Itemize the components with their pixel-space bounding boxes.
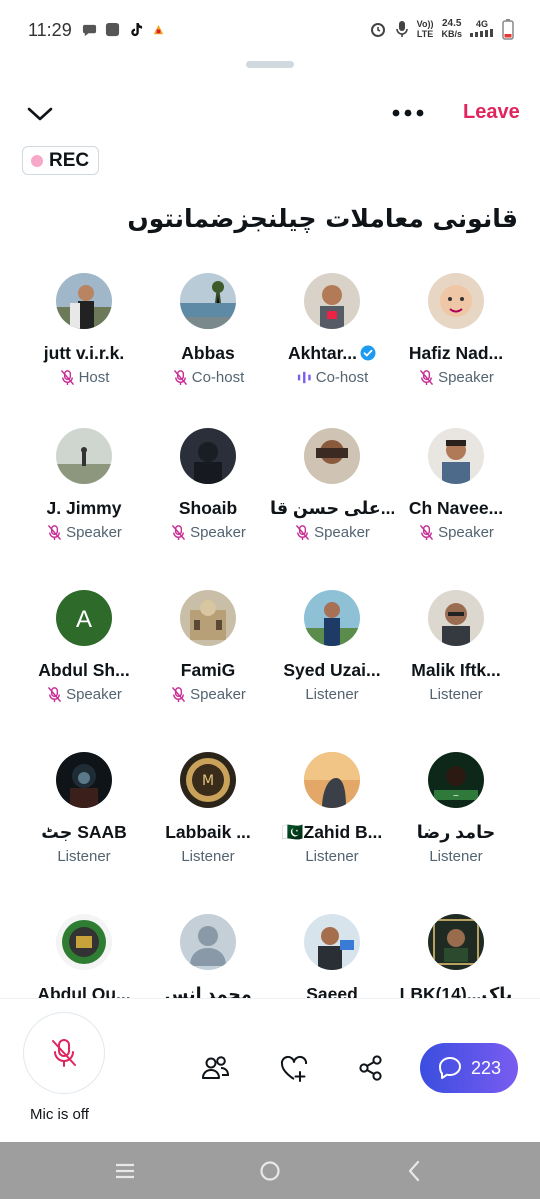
avatar[interactable]	[56, 914, 112, 970]
mic-off-icon	[52, 1039, 76, 1067]
avatar[interactable]	[304, 428, 360, 484]
participant-card[interactable]: Akhtar... Co-host	[270, 273, 394, 413]
participant-name: علی حسن قا...	[270, 498, 394, 518]
participant-role: Listener	[305, 686, 359, 703]
participant-card[interactable]: Malik Iftk... Listener	[394, 590, 518, 730]
participant-name: Abbas	[181, 343, 235, 363]
participant-name: jutt v.i.r.k.	[43, 343, 125, 363]
avatar[interactable]	[180, 590, 236, 646]
invite-people-icon[interactable]	[200, 1052, 232, 1084]
participant-card[interactable]: 🇵🇰Zahid B... Listener	[270, 752, 394, 892]
svg-text:M: M	[202, 773, 214, 789]
participant-role: Speaker	[394, 524, 518, 541]
avatar[interactable]: ~	[428, 752, 484, 808]
participant-role: Speaker	[394, 369, 518, 386]
comment-count: 223	[470, 1057, 502, 1078]
muted-mic-icon	[60, 370, 74, 386]
muted-mic-icon	[420, 370, 433, 386]
participant-card[interactable]: jutt v.i.r.k. Host	[22, 273, 146, 413]
share-icon[interactable]	[355, 1052, 387, 1084]
avatar[interactable]: A	[56, 590, 112, 646]
avatar[interactable]	[304, 914, 360, 970]
participant-card[interactable]: جٹ SAAB Listener	[22, 752, 146, 892]
participant-name: 🇵🇰Zahid B...	[281, 822, 383, 842]
participant-card[interactable]: Abbas Co-host	[146, 273, 270, 413]
avatar[interactable]	[428, 428, 484, 484]
participant-role: Speaker	[22, 524, 146, 541]
participant-name: حامد رضا	[416, 822, 496, 842]
verified-badge-icon	[360, 345, 376, 361]
muted-mic-icon	[420, 525, 433, 541]
participant-name: Ch Navee...	[408, 498, 504, 518]
participant-card[interactable]: M Labbaik ... Listener	[146, 752, 270, 892]
avatar[interactable]	[304, 752, 360, 808]
participant-role: Listener	[429, 686, 483, 703]
participant-card[interactable]: Ch Navee... Speaker	[394, 428, 518, 568]
avatar[interactable]	[304, 273, 360, 329]
participant-role: Listener	[305, 848, 359, 865]
avatar[interactable]	[180, 273, 236, 329]
participant-role: Listener	[429, 848, 483, 865]
speaking-indicator-icon	[297, 371, 311, 384]
avatar[interactable]: M	[180, 752, 236, 808]
participant-role: Listener	[181, 848, 235, 865]
participant-card[interactable]: ~ حامد رضا Listener	[394, 752, 518, 892]
muted-mic-icon	[48, 525, 61, 541]
participant-card[interactable]: Hafiz Nad... Speaker	[394, 273, 518, 413]
muted-mic-icon	[172, 525, 185, 541]
participant-grid: jutt v.i.r.k. Host Abbas Co-host Akhtar... Co…	[0, 0, 540, 1004]
muted-mic-icon	[296, 525, 309, 541]
participant-card[interactable]: علی حسن قا... Speaker	[270, 428, 394, 568]
participant-name: Abdul Sh...	[38, 660, 130, 680]
participant-name: Akhtar...	[270, 343, 394, 364]
muted-mic-icon	[173, 370, 187, 386]
participant-role: Host	[22, 369, 146, 386]
avatar[interactable]	[180, 914, 236, 970]
participant-card[interactable]: A Abdul Sh... Speaker	[22, 590, 146, 730]
participant-name: جٹ SAAB	[41, 822, 127, 842]
mic-status-label: Mic is off	[30, 1106, 89, 1123]
recent-apps-icon[interactable]	[112, 1158, 138, 1184]
avatar[interactable]	[428, 273, 484, 329]
participant-name: FamiG	[180, 660, 236, 680]
system-nav-bar	[0, 1142, 540, 1199]
participant-role: Co-host	[146, 369, 270, 386]
participant-card[interactable]: Syed Uzai... Listener	[270, 590, 394, 730]
avatar[interactable]	[304, 590, 360, 646]
participant-card[interactable]: Shoaib Speaker	[146, 428, 270, 568]
avatar[interactable]	[56, 428, 112, 484]
participant-role: Speaker	[270, 524, 394, 541]
avatar[interactable]	[56, 752, 112, 808]
avatar[interactable]	[56, 273, 112, 329]
participant-role: Speaker	[146, 524, 270, 541]
avatar[interactable]	[180, 428, 236, 484]
home-icon[interactable]	[257, 1158, 283, 1184]
participant-card[interactable]: FamiG Speaker	[146, 590, 270, 730]
participant-name: Labbaik ...	[165, 822, 251, 842]
participant-name: J. Jimmy	[46, 498, 122, 518]
participant-role: Speaker	[146, 686, 270, 703]
svg-text:~: ~	[453, 791, 460, 800]
participant-name: Shoaib	[178, 498, 238, 518]
participant-role: Co-host	[270, 369, 394, 386]
participant-role: Speaker	[22, 686, 146, 703]
svg-text:A: A	[76, 606, 92, 633]
avatar[interactable]	[428, 590, 484, 646]
comments-button[interactable]: 223	[420, 1043, 518, 1093]
add-reaction-icon[interactable]	[278, 1052, 310, 1084]
avatar[interactable]	[428, 914, 484, 970]
back-icon[interactable]	[402, 1158, 428, 1184]
mic-toggle-button[interactable]	[23, 1012, 105, 1094]
participant-card[interactable]: J. Jimmy Speaker	[22, 428, 146, 568]
participant-name: Syed Uzai...	[283, 660, 381, 680]
muted-mic-icon	[172, 687, 185, 703]
participant-name: Malik Iftk...	[411, 660, 501, 680]
comment-bubble-icon	[438, 1057, 461, 1079]
participant-name: Hafiz Nad...	[408, 343, 504, 363]
participant-role: Listener	[57, 848, 111, 865]
muted-mic-icon	[48, 687, 61, 703]
